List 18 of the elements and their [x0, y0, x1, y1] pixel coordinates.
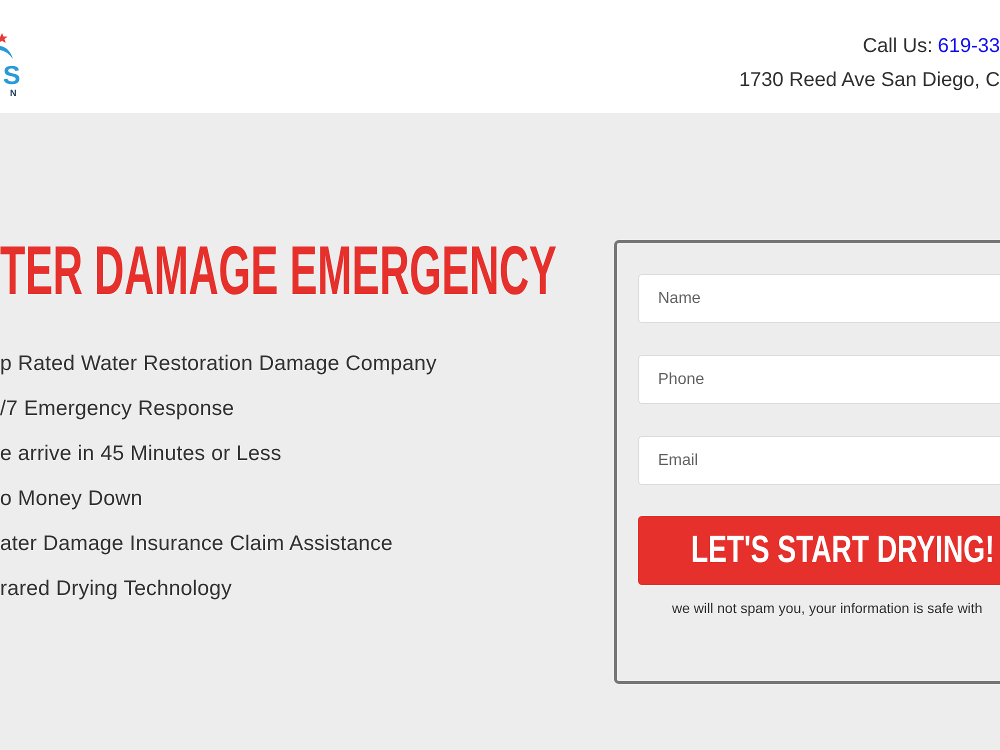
feature-item: o Money Down [0, 486, 142, 512]
feature-item: ater Damage Insurance Claim Assistance [0, 531, 393, 557]
logo-wordmark: S [3, 62, 20, 88]
text-input-field[interactable]: Name [638, 274, 1000, 323]
privacy-note: we will not spam you, your information is safe with [672, 599, 984, 617]
logo-tagline: N [10, 88, 16, 98]
feature-item: rared Drying Technology [0, 576, 232, 602]
address-text: 1730 Reed Ave San Diego, C [739, 68, 1000, 93]
text-input-field[interactable]: Phone [638, 355, 1000, 404]
text-input-field[interactable]: Email [638, 436, 1000, 485]
hero-heading: TER DAMAGE EMERGENCY [0, 239, 557, 303]
feature-item: /7 Emergency Response [0, 396, 234, 422]
call-us-label: Call Us: [862, 34, 933, 59]
submit-button[interactable]: LET'S START DRYING! [638, 516, 1000, 585]
feature-item: e arrive in 45 Minutes or Less [0, 441, 282, 467]
logo-star-swoosh-icon [0, 33, 13, 59]
phone-link[interactable]: 619-33 [938, 33, 1000, 59]
feature-item: p Rated Water Restoration Damage Company [0, 351, 437, 377]
